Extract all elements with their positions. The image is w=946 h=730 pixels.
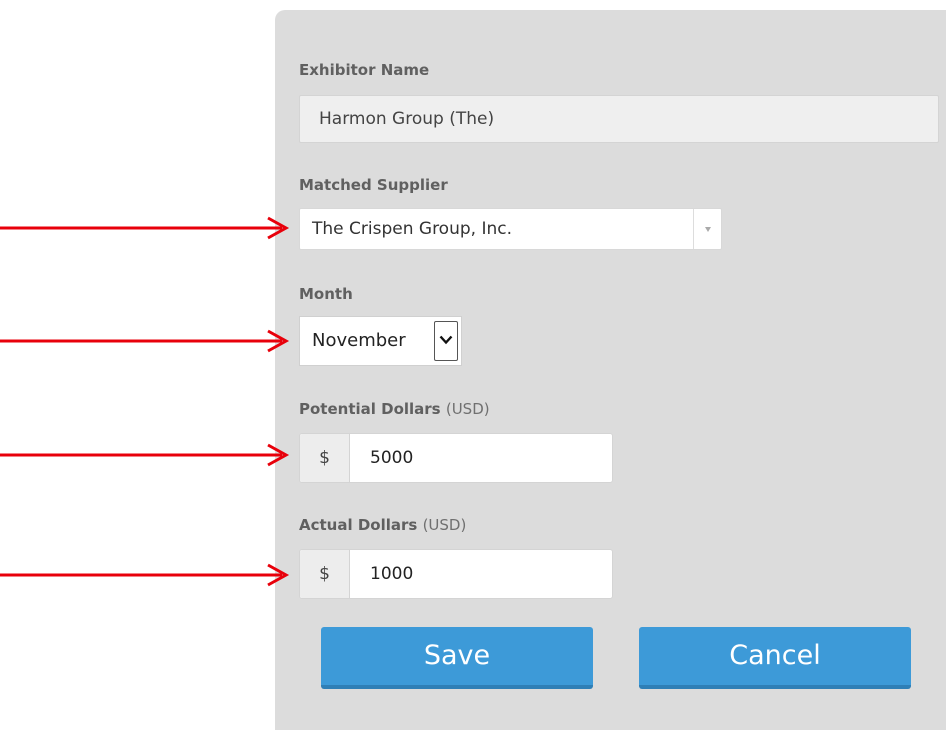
- potential-dollars-label: Potential Dollars (USD): [299, 400, 490, 418]
- annotation-arrow-icon: [0, 329, 290, 353]
- matched-supplier-label: Matched Supplier: [299, 176, 448, 194]
- cancel-button[interactable]: Cancel: [639, 627, 911, 689]
- potential-dollars-label-text: Potential Dollars: [299, 400, 441, 418]
- select-chevron-down-icon[interactable]: [434, 321, 458, 361]
- exhibitor-name-label-text: Exhibitor Name: [299, 61, 430, 79]
- actual-dollars-label-text: Actual Dollars: [299, 516, 418, 534]
- month-label-text: Month: [299, 285, 353, 303]
- annotation-arrow-icon: [0, 216, 290, 240]
- actual-dollars-input[interactable]: 1000: [370, 550, 413, 598]
- dollar-sign-addon: $: [300, 550, 350, 598]
- save-button[interactable]: Save: [321, 627, 593, 689]
- matched-supplier-label-text: Matched Supplier: [299, 176, 448, 194]
- dollar-sign-addon: $: [300, 434, 350, 482]
- exhibitor-name-field: Harmon Group (The): [299, 95, 939, 143]
- month-label: Month: [299, 285, 353, 303]
- potential-dollars-unit: (USD): [445, 400, 490, 418]
- chevron-down-icon[interactable]: [693, 209, 721, 249]
- potential-dollars-input-group[interactable]: $ 5000: [299, 433, 613, 483]
- actual-dollars-unit: (USD): [422, 516, 467, 534]
- annotation-arrow-icon: [0, 443, 290, 467]
- annotation-arrow-icon: [0, 563, 290, 587]
- matched-supplier-value: The Crispen Group, Inc.: [312, 219, 512, 239]
- potential-dollars-input[interactable]: 5000: [370, 434, 413, 482]
- actual-dollars-input-group[interactable]: $ 1000: [299, 549, 613, 599]
- exhibitor-name-label: Exhibitor Name: [299, 61, 429, 79]
- month-select[interactable]: November: [299, 316, 462, 366]
- actual-dollars-label: Actual Dollars (USD): [299, 516, 466, 534]
- month-select-value: November: [312, 330, 406, 351]
- matched-supplier-dropdown[interactable]: The Crispen Group, Inc.: [299, 208, 722, 250]
- screenshot-stage: Exhibitor Name Harmon Group (The) Matche…: [0, 0, 946, 730]
